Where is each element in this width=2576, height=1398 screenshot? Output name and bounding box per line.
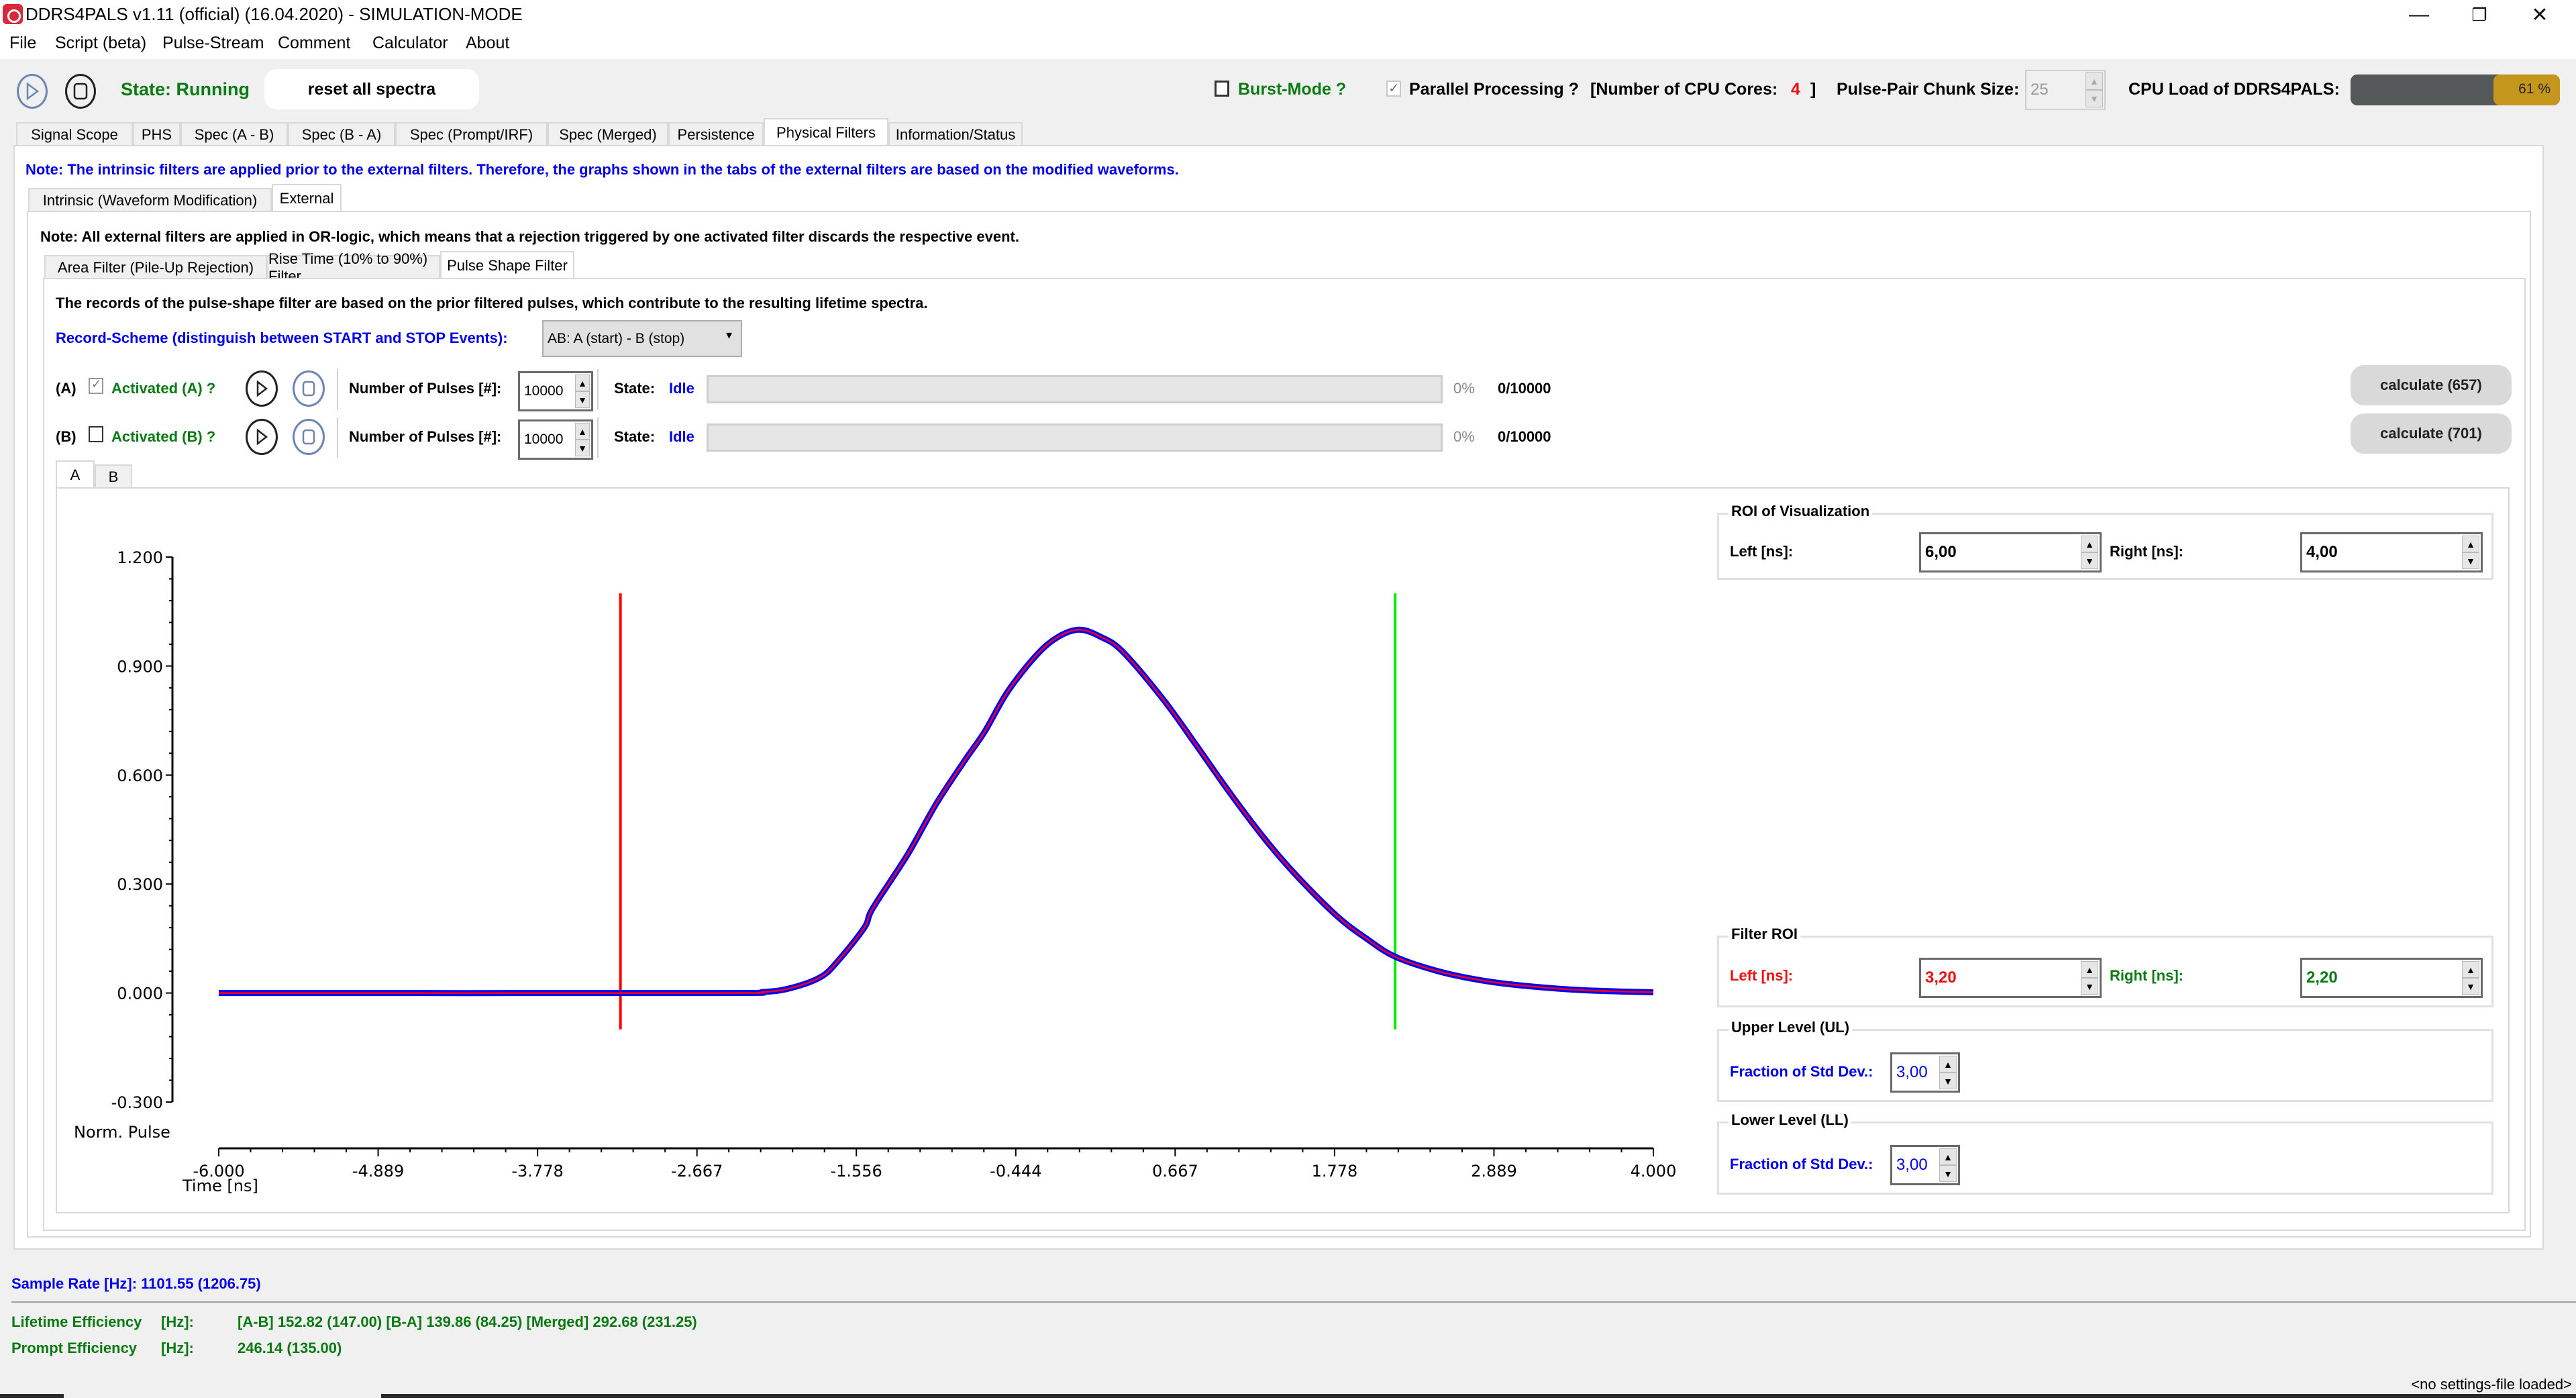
chunk-size-spinbox[interactable]: 25 ▲ ▼ xyxy=(2025,70,2106,110)
taskbar-edge xyxy=(381,1394,2196,1398)
upper-level-group: Upper Level (UL) Fraction of Std Dev.: 3… xyxy=(1717,1019,2493,1102)
x-tick-label: 1.778 xyxy=(1312,1162,1358,1181)
filter-roi-left-label: Left [ns]: xyxy=(1730,967,1794,984)
restore-icon: ❐ xyxy=(2471,4,2487,25)
taskbar-edge xyxy=(2196,1394,2576,1398)
lower-level-group: Lower Level (LL) Fraction of Std Dev.: 3… xyxy=(1717,1111,2493,1195)
roi-visualization-title: ROI of Visualization xyxy=(1729,503,1873,520)
cpu-load-label: CPU Load of DDRS4PALS: xyxy=(2128,80,2340,99)
lower-level-spinbox[interactable]: 3,00 ▲ ▼ xyxy=(1890,1145,1960,1185)
x-tick-label: -3.778 xyxy=(511,1162,563,1181)
roi-vis-left-value: 6,00 xyxy=(1925,543,1957,561)
filter-roi-right-label: Right [ns]: xyxy=(2110,967,2183,984)
cpu-load-text: 61 % xyxy=(2518,81,2551,97)
x-tick-label: -4.889 xyxy=(352,1162,404,1181)
cpu-cores-bracket: ] xyxy=(1810,80,1816,99)
calculate-button[interactable]: calculate (657) xyxy=(2351,365,2512,405)
upper-level-spinbox[interactable]: 3,00 ▲ ▼ xyxy=(1890,1052,1960,1093)
spin-down-icon[interactable]: ▼ xyxy=(2462,552,2479,569)
filter-roi-group: Filter ROI Left [ns]: 3,20 ▲ ▼ Right [ns]… xyxy=(1717,926,2493,1007)
pulse-shape-chart: 1.2000.9000.6000.3000.000-0.300 -6.000 -4… xyxy=(74,548,1677,1195)
status-separator xyxy=(11,1301,2576,1303)
lifetime-efficiency-label: Lifetime Efficiency xyxy=(11,1313,142,1330)
filter-roi-left-spinbox[interactable]: 3,20 ▲ ▼ xyxy=(1919,958,2102,998)
cpu-cores-value: 4 xyxy=(1791,80,1800,99)
x-tick-label: 2.889 xyxy=(1471,1162,1517,1181)
spin-up-icon[interactable]: ▲ xyxy=(2081,961,2098,978)
close-icon: ✕ xyxy=(2531,3,2548,26)
y-tick-label: 0.000 xyxy=(117,985,163,1003)
y-axis-label: Norm. Pulse xyxy=(74,1123,170,1142)
prompt-efficiency-value: 246.14 (135.00) xyxy=(238,1340,342,1356)
x-axis-label: Time [ns] xyxy=(182,1177,258,1195)
pulse-center-line xyxy=(218,629,1654,994)
calculate-button[interactable]: calculate (701) xyxy=(2351,413,2512,454)
prompt-efficiency-unit: [Hz]: xyxy=(161,1340,194,1356)
pulse-envelope-line xyxy=(218,626,1654,997)
y-tick-label: 0.900 xyxy=(117,657,163,676)
y-tick-label: -0.300 xyxy=(111,1093,163,1112)
filter-roi-right-value: 2,20 xyxy=(2306,968,2338,987)
roi-vis-left-spinbox[interactable]: 6,00 ▲ ▼ xyxy=(1919,532,2102,572)
y-tick-label: 1.200 xyxy=(117,548,163,567)
upper-level-title: Upper Level (UL) xyxy=(1729,1019,1853,1036)
y-tick-label: 0.600 xyxy=(117,766,163,785)
roi-vis-left-label: Left [ns]: xyxy=(1730,543,1794,560)
lifetime-efficiency-unit: [Hz]: xyxy=(161,1313,194,1330)
filter-roi-right-spinbox[interactable]: 2,20 ▲ ▼ xyxy=(2300,958,2483,998)
spin-down-icon[interactable]: ▼ xyxy=(1939,1072,1957,1089)
spin-down-icon[interactable]: ▼ xyxy=(1939,1165,1957,1182)
taskbar-edge xyxy=(0,1394,64,1398)
spin-up-icon[interactable]: ▲ xyxy=(2085,72,2103,90)
x-tick-label: -1.556 xyxy=(830,1162,882,1181)
spin-up-icon[interactable]: ▲ xyxy=(2081,536,2098,552)
lower-level-value: 3,00 xyxy=(1896,1156,1928,1174)
x-tick-label: 0.667 xyxy=(1152,1162,1198,1181)
x-tick-label: 4.000 xyxy=(1631,1162,1677,1181)
y-axis: 1.200 0.900 0.600 0.300 0.000 -0.300 xyxy=(111,548,174,1112)
spin-down-icon[interactable]: ▼ xyxy=(2081,978,2098,995)
x-tick-label: -0.444 xyxy=(990,1162,1041,1181)
spin-down-icon[interactable]: ▼ xyxy=(2085,90,2103,107)
upper-level-label: Fraction of Std Dev.: xyxy=(1730,1063,1873,1080)
filter-roi-title: Filter ROI xyxy=(1729,926,1801,943)
x-axis: -6.000 -4.889 -3.778 -2.667 -1.556 -0.444 0.66… xyxy=(193,1147,1677,1181)
spin-down-icon[interactable]: ▼ xyxy=(2081,552,2098,569)
minimize-icon: — xyxy=(2409,3,2429,26)
series xyxy=(218,626,1654,997)
roi-visualization-group: ROI of Visualization Left [ns]: 6,00 ▲ ▼ … xyxy=(1717,503,2493,580)
sample-rate-label: Sample Rate [Hz]: 1101.55 (1206.75) xyxy=(11,1275,261,1292)
spin-down-icon[interactable]: ▼ xyxy=(2462,978,2479,995)
spin-up-icon[interactable]: ▲ xyxy=(1939,1148,1957,1165)
chunk-size-label: Pulse-Pair Chunk Size: xyxy=(1837,80,2020,99)
roi-markers xyxy=(619,593,1397,1030)
roi-vis-right-label: Right [ns]: xyxy=(2110,543,2183,560)
roi-vis-right-value: 4,00 xyxy=(2306,543,2338,561)
chunk-size-value: 25 xyxy=(2030,81,2049,99)
spin-up-icon[interactable]: ▲ xyxy=(2462,536,2479,552)
filter-roi-left-value: 3,20 xyxy=(1925,968,1957,987)
lifetime-efficiency-value: [A-B] 152.82 (147.00) [B-A] 139.86 (84.2… xyxy=(238,1313,697,1330)
prompt-efficiency-label: Prompt Efficiency xyxy=(11,1340,138,1356)
spin-up-icon[interactable]: ▲ xyxy=(2462,961,2479,978)
lower-level-label: Fraction of Std Dev.: xyxy=(1730,1156,1873,1172)
spin-up-icon[interactable]: ▲ xyxy=(1939,1056,1957,1072)
upper-level-value: 3,00 xyxy=(1896,1063,1928,1081)
y-tick-label: 0.300 xyxy=(117,875,163,894)
settings-file-status: <no settings-file loaded> xyxy=(2411,1376,2572,1393)
lower-level-title: Lower Level (LL) xyxy=(1729,1111,1851,1129)
cpu-load-bar: 61 % xyxy=(2351,74,2560,105)
x-tick-label: -2.667 xyxy=(671,1162,723,1181)
close-button[interactable]: ✕ xyxy=(2503,0,2576,30)
roi-vis-right-spinbox[interactable]: 4,00 ▲ ▼ xyxy=(2300,532,2483,572)
